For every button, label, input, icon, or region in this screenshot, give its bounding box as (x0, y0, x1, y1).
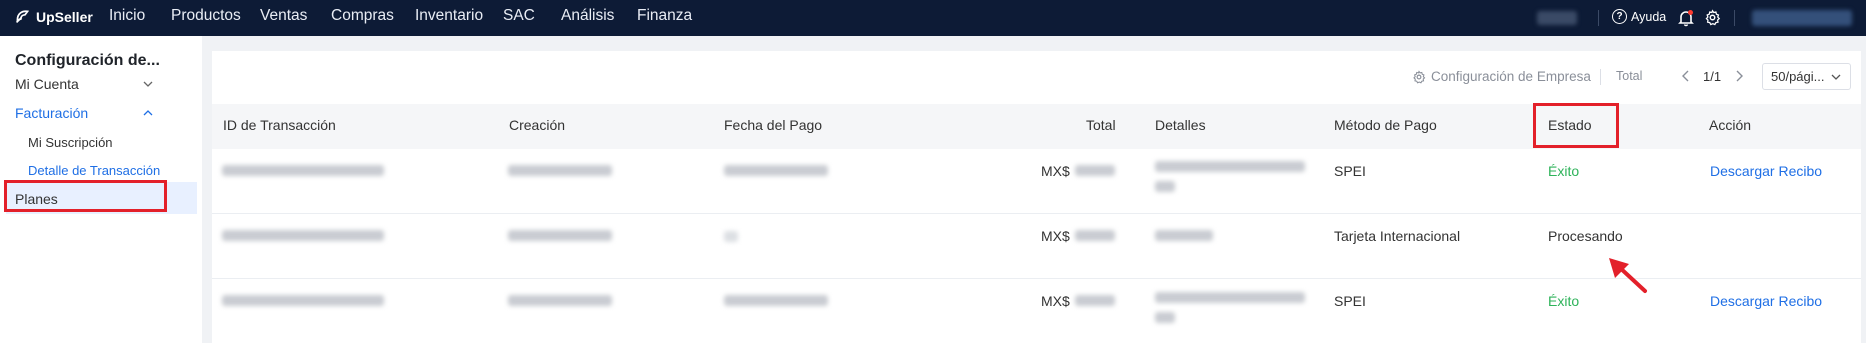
sidebar-item-detalle-transaccion[interactable]: Detalle de Transacción (28, 163, 160, 178)
page-size-select[interactable]: 50/pági... (1762, 63, 1851, 90)
help-button[interactable]: ? Ayuda (1612, 9, 1666, 24)
sidebar-item-mi-suscripcion[interactable]: Mi Suscripción (28, 135, 113, 150)
column-header-id: ID de Transacción (223, 117, 336, 133)
creation-date-redacted (508, 230, 612, 241)
chevron-down-icon[interactable] (142, 78, 154, 90)
payment-method: SPEI (1334, 163, 1366, 179)
details-redacted (1155, 230, 1213, 241)
currency-label: MX$ (1041, 163, 1070, 179)
details-redacted (1155, 181, 1175, 192)
details-redacted (1155, 292, 1305, 303)
details-redacted (1155, 161, 1305, 172)
transaction-id-redacted (222, 165, 384, 176)
divider (1600, 69, 1601, 85)
page-indicator: 1/1 (1703, 69, 1722, 84)
highlight-box-sidebar (4, 180, 167, 212)
transaction-id-redacted (222, 295, 384, 306)
status-badge: Éxito (1548, 293, 1580, 309)
top-nav-bar: UpSeller Inicio Productos Ventas Compras… (0, 0, 1866, 36)
nav-productos[interactable]: Productos (171, 7, 241, 25)
nav-compras[interactable]: Compras (331, 7, 394, 25)
nav-inventario[interactable]: Inventario (415, 7, 483, 25)
column-header-fecha-pago: Fecha del Pago (724, 117, 823, 133)
sidebar-item-facturacion[interactable]: Facturación (15, 105, 88, 121)
nav-inicio[interactable]: Inicio (109, 7, 145, 25)
upseller-logo-icon (15, 10, 30, 24)
divider (1734, 10, 1735, 26)
payment-date-empty (724, 231, 738, 242)
amount-redacted (1075, 230, 1115, 241)
total-label: Total (1616, 69, 1643, 83)
brand-logo[interactable]: UpSeller (14, 8, 93, 25)
account-menu-redacted[interactable] (1752, 10, 1852, 26)
help-label: Ayuda (1631, 9, 1667, 24)
company-config-label: Configuración de Empresa (1431, 69, 1591, 84)
details-redacted (1155, 312, 1175, 323)
chevron-up-icon[interactable] (142, 107, 154, 119)
company-config-link[interactable]: Configuración de Empresa (1412, 69, 1591, 84)
divider (1598, 10, 1599, 26)
main-panel (212, 51, 1861, 343)
row-divider (212, 213, 1861, 214)
creation-date-redacted (508, 295, 612, 306)
bell-icon[interactable] (1678, 9, 1694, 27)
download-receipt-link[interactable]: Descargar Recibo (1710, 293, 1822, 309)
store-selector-redacted[interactable] (1537, 11, 1577, 25)
annotation-arrow (1609, 258, 1647, 293)
download-receipt-link[interactable]: Descargar Recibo (1710, 163, 1822, 179)
chevron-down-icon (1831, 74, 1841, 80)
payment-method: Tarjeta Internacional (1334, 228, 1461, 244)
transaction-id-redacted (222, 230, 384, 241)
status-badge: Éxito (1548, 163, 1580, 179)
sidebar-title: Configuración de... (15, 52, 160, 69)
nav-ventas[interactable]: Ventas (260, 7, 307, 25)
amount-redacted (1075, 295, 1115, 306)
payment-date-redacted (724, 165, 828, 176)
column-header-accion: Acción (1709, 117, 1752, 133)
currency-label: MX$ (1041, 228, 1070, 244)
next-page-icon[interactable] (1733, 69, 1745, 83)
nav-sac[interactable]: SAC (503, 7, 535, 25)
amount-redacted (1075, 165, 1115, 176)
payment-method: SPEI (1334, 293, 1366, 309)
column-header-metodo-pago: Método de Pago (1334, 117, 1437, 133)
column-header-total: Total (1086, 117, 1116, 133)
gear-icon (1413, 69, 1426, 83)
highlight-box-estado (1533, 103, 1619, 148)
sidebar-item-mi-cuenta[interactable]: Mi Cuenta (15, 76, 79, 92)
nav-analisis[interactable]: Análisis (561, 7, 614, 25)
gear-icon[interactable] (1704, 9, 1721, 26)
page-size-value: 50/pági... (1771, 69, 1825, 84)
column-header-detalles: Detalles (1155, 117, 1206, 133)
prev-page-icon[interactable] (1680, 69, 1692, 83)
brand-name: UpSeller (36, 8, 93, 25)
payment-date-redacted (724, 295, 828, 306)
currency-label: MX$ (1041, 293, 1070, 309)
column-header-creacion: Creación (509, 117, 566, 133)
question-icon: ? (1612, 9, 1627, 24)
creation-date-redacted (508, 165, 612, 176)
status-badge: Procesando (1548, 228, 1623, 244)
nav-finanza[interactable]: Finanza (637, 7, 692, 25)
